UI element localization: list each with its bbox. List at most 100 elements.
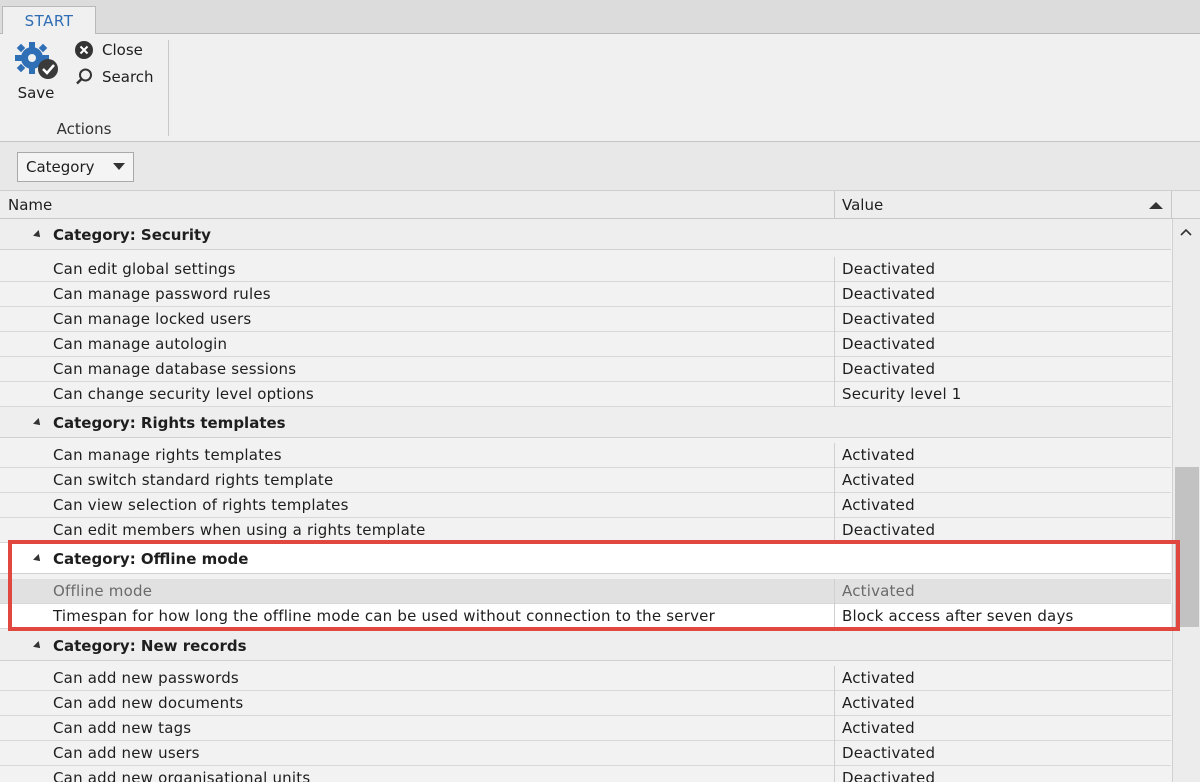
tab-start[interactable]: START xyxy=(2,6,96,35)
row-name: Can add new documents xyxy=(53,694,244,712)
row-value[interactable]: Deactivated xyxy=(842,310,935,328)
vertical-scrollbar[interactable] xyxy=(1172,219,1200,782)
scrollbar-thumb[interactable] xyxy=(1175,467,1199,627)
cell-divider xyxy=(834,468,835,493)
chevron-down-icon xyxy=(113,163,125,170)
cell-divider xyxy=(834,307,835,332)
cell-divider xyxy=(834,741,835,766)
row-value[interactable]: Deactivated xyxy=(842,285,935,303)
group-row-offline-mode[interactable]: Category: Offline mode xyxy=(0,543,1171,574)
table-row[interactable]: Can view selection of rights templates A… xyxy=(0,493,1171,518)
row-name: Can manage locked users xyxy=(53,310,252,328)
table-row[interactable]: Timespan for how long the offline mode c… xyxy=(0,604,1171,629)
row-name: Can view selection of rights templates xyxy=(53,496,349,514)
table-row[interactable]: Can switch standard rights template Acti… xyxy=(0,468,1171,493)
table-row[interactable]: Can manage rights templates Activated xyxy=(0,443,1171,468)
row-value[interactable]: Deactivated xyxy=(842,769,935,782)
close-icon xyxy=(75,41,93,59)
cell-divider xyxy=(834,357,835,382)
table-row[interactable]: Can add new passwords Activated xyxy=(0,666,1171,691)
expand-triangle-icon[interactable] xyxy=(33,418,43,428)
row-name: Can add new organisational units xyxy=(53,769,311,782)
table-row[interactable]: Offline mode Activated xyxy=(0,579,1171,604)
close-label: Close xyxy=(102,41,143,59)
sort-ascending-icon[interactable] xyxy=(1149,202,1163,209)
expand-triangle-icon[interactable] xyxy=(33,641,43,651)
row-name: Can change security level options xyxy=(53,385,314,403)
cell-divider xyxy=(834,766,835,782)
row-value[interactable]: Deactivated xyxy=(842,521,935,539)
row-value[interactable]: Activated xyxy=(842,582,915,600)
row-value[interactable]: Activated xyxy=(842,446,915,464)
cell-divider xyxy=(834,443,835,468)
save-button[interactable]: Save xyxy=(8,40,64,102)
expand-triangle-icon[interactable] xyxy=(33,230,43,240)
actions-group-label: Actions xyxy=(56,120,112,138)
cell-divider xyxy=(834,604,835,629)
row-value[interactable]: Activated xyxy=(842,471,915,489)
group-row-rights-templates[interactable]: Category: Rights templates xyxy=(0,407,1171,438)
table-row[interactable]: Can change security level options Securi… xyxy=(0,382,1171,407)
row-value[interactable]: Activated xyxy=(842,694,915,712)
row-name: Can manage autologin xyxy=(53,335,228,353)
row-value[interactable]: Security level 1 xyxy=(842,385,962,403)
table-row[interactable]: Can add new organisational units Deactiv… xyxy=(0,766,1171,782)
table-row[interactable]: Can edit members when using a rights tem… xyxy=(0,518,1171,543)
group-title: Category: New records xyxy=(53,637,247,655)
group-row-new-records[interactable]: Category: New records xyxy=(0,630,1171,661)
row-value[interactable]: Deactivated xyxy=(842,360,935,378)
row-name: Can switch standard rights template xyxy=(53,471,334,489)
ribbon-group-separator xyxy=(168,40,169,136)
chevron-up-icon[interactable] xyxy=(1180,227,1192,239)
row-value[interactable]: Activated xyxy=(842,719,915,737)
row-name: Can add new passwords xyxy=(53,669,239,687)
row-value[interactable]: Activated xyxy=(842,669,915,687)
group-title: Category: Rights templates xyxy=(53,414,286,432)
cell-divider xyxy=(834,716,835,741)
save-label: Save xyxy=(17,84,55,102)
cell-divider xyxy=(834,518,835,543)
column-divider[interactable] xyxy=(834,191,835,219)
row-value[interactable]: Block access after seven days xyxy=(842,607,1074,625)
expand-triangle-icon[interactable] xyxy=(33,554,43,564)
table-row[interactable]: Can edit global settings Deactivated xyxy=(0,257,1171,282)
table-row[interactable]: Can add new users Deactivated xyxy=(0,741,1171,766)
row-name: Can manage rights templates xyxy=(53,446,282,464)
table-row[interactable]: Can manage locked users Deactivated xyxy=(0,307,1171,332)
search-button[interactable]: Search xyxy=(74,65,154,89)
table-row[interactable]: Can add new documents Activated xyxy=(0,691,1171,716)
row-name: Can manage password rules xyxy=(53,285,271,303)
table-row[interactable]: Can manage autologin Deactivated xyxy=(0,332,1171,357)
row-value[interactable]: Deactivated xyxy=(842,260,935,278)
group-title: Category: Security xyxy=(53,226,211,244)
table-row[interactable]: Can add new tags Activated xyxy=(0,716,1171,741)
table-row[interactable]: Can manage database sessions Deactivated xyxy=(0,357,1171,382)
group-row-security[interactable]: Category: Security xyxy=(0,219,1171,250)
category-dropdown-label: Category xyxy=(26,158,95,176)
row-value[interactable]: Activated xyxy=(842,496,915,514)
cell-divider xyxy=(834,257,835,282)
cell-divider xyxy=(834,579,835,604)
save-gear-icon xyxy=(15,42,58,79)
cell-divider xyxy=(834,332,835,357)
row-value[interactable]: Deactivated xyxy=(842,335,935,353)
column-header-value[interactable]: Value xyxy=(842,196,883,214)
close-button[interactable]: Close xyxy=(74,38,143,62)
category-dropdown[interactable]: Category xyxy=(17,152,134,182)
column-header-name[interactable]: Name xyxy=(8,196,52,214)
grid-header: Name Value xyxy=(0,191,1200,219)
filter-toolbar: Category xyxy=(0,142,1200,191)
row-name: Can edit members when using a rights tem… xyxy=(53,521,426,539)
cell-divider xyxy=(834,382,835,407)
ribbon-tabstrip: START xyxy=(0,0,1200,35)
row-value[interactable]: Deactivated xyxy=(842,744,935,762)
cell-divider xyxy=(834,691,835,716)
row-name: Timespan for how long the offline mode c… xyxy=(53,607,715,625)
row-name: Can manage database sessions xyxy=(53,360,297,378)
row-name: Can edit global settings xyxy=(53,260,236,278)
table-row[interactable]: Can manage password rules Deactivated xyxy=(0,282,1171,307)
settings-grid: Name Value Category: Security Can edit g… xyxy=(0,191,1200,782)
row-name: Can add new tags xyxy=(53,719,192,737)
search-icon xyxy=(76,68,92,85)
ribbon: Save Close Search Actions xyxy=(0,34,1200,142)
